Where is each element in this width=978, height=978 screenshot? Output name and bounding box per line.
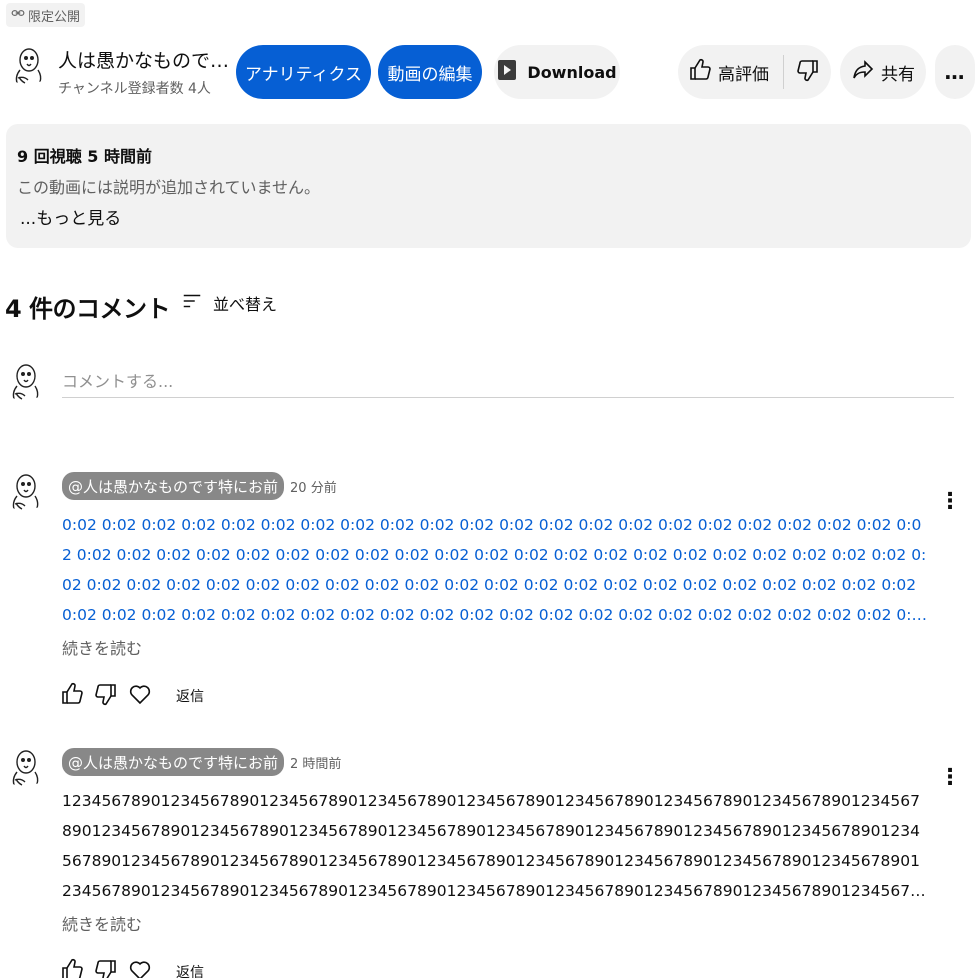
visibility-label: 限定公開 — [28, 9, 81, 25]
download-button[interactable]: Download — [494, 45, 620, 99]
reply-button[interactable]: 返信 — [176, 962, 204, 978]
comment-author[interactable]: @人は愚かなものです特にお前 — [62, 472, 285, 500]
heart-icon[interactable] — [128, 958, 152, 978]
thumbs-up-icon — [688, 58, 712, 87]
analytics-button[interactable]: アナリティクス — [236, 45, 371, 99]
subscriber-count: チャンネル登録者数 4人 — [58, 81, 211, 97]
dislike-button[interactable] — [784, 58, 820, 87]
comment-time[interactable]: 2 時間前 — [290, 753, 341, 772]
comment-actions: 返信 — [60, 958, 204, 978]
reply-button[interactable]: 返信 — [176, 686, 204, 706]
more-vertical-icon[interactable]: ⋮ — [939, 762, 961, 792]
visibility-badge: 限定公開 — [6, 3, 86, 27]
comment-thread: @人は愚かなものです特にお前 20 分前 ⋮ 0:02 0:02 0:02 0:… — [0, 472, 978, 722]
comment-header: @人は愚かなものです特にお前 2 時間前 — [62, 748, 341, 776]
link-icon — [11, 6, 25, 24]
comments-count: 4 件のコメント — [5, 294, 171, 323]
thumbs-down-icon[interactable] — [94, 958, 118, 978]
commenter-avatar[interactable] — [5, 472, 45, 512]
more-actions-button[interactable]: … — [935, 45, 975, 99]
channel-title[interactable]: 人は愚かなもので… — [58, 46, 229, 73]
commenter-avatar[interactable] — [5, 748, 45, 788]
show-more-link[interactable]: ...もっと見る — [20, 204, 121, 229]
sort-button[interactable]: 並べ替え — [181, 290, 277, 316]
channel-avatar[interactable] — [8, 46, 48, 86]
view-count: 9 回視聴 — [17, 147, 82, 166]
comment-actions: 返信 — [60, 682, 204, 710]
read-more-link[interactable]: 続きを読む — [62, 635, 142, 659]
sort-icon — [181, 290, 203, 316]
download-label: Download — [527, 62, 617, 82]
share-icon — [851, 58, 875, 87]
comment-thread: @人は愚かなものです特にお前 2 時間前 ⋮ 12345678901234567… — [0, 748, 978, 978]
user-avatar — [5, 362, 45, 402]
edit-video-button[interactable]: 動画の編集 — [378, 45, 482, 99]
comment-time[interactable]: 20 分前 — [290, 477, 337, 496]
owner-row: 人は愚かなもので… チャンネル登録者数 4人 アナリティクス 動画の編集 Dow… — [0, 40, 978, 104]
comment-header: @人は愚かなものです特にお前 20 分前 — [62, 472, 337, 500]
like-button[interactable]: 高評価 — [688, 55, 784, 89]
thumbs-down-icon — [796, 58, 820, 87]
heart-icon[interactable] — [128, 682, 152, 710]
comment-text: 1234567890123456789012345678901234567890… — [62, 792, 920, 900]
add-comment-row — [0, 362, 978, 422]
comments-header: 4 件のコメント 並べ替え — [5, 286, 277, 326]
description-text: この動画には説明が追加されていません。 — [17, 178, 321, 197]
more-vertical-icon[interactable]: ⋮ — [939, 486, 961, 516]
comment-author[interactable]: @人は愚かなものです特にお前 — [62, 748, 285, 776]
thumbs-up-icon[interactable] — [60, 682, 84, 710]
sort-label: 並べ替え — [213, 295, 278, 314]
share-button[interactable]: 共有 — [840, 45, 926, 99]
like-dislike-group: 高評価 — [678, 45, 831, 99]
like-label: 高評価 — [718, 64, 769, 85]
description-box[interactable]: 9 回視聴 5 時間前 この動画には説明が追加されていません。 ...もっと見る — [6, 124, 971, 248]
thumbs-up-icon[interactable] — [60, 958, 84, 978]
comment-input[interactable] — [62, 366, 954, 398]
download-icon — [497, 59, 517, 85]
view-meta: 9 回視聴 5 時間前 — [17, 143, 152, 167]
thumbs-down-icon[interactable] — [94, 682, 118, 710]
comment-text[interactable]: 0:02 0:02 0:02 0:02 0:02 0:02 0:02 0:02 … — [62, 510, 928, 630]
upload-time: 5 時間前 — [87, 147, 153, 166]
share-label: 共有 — [881, 64, 915, 85]
read-more-link[interactable]: 続きを読む — [62, 911, 142, 935]
